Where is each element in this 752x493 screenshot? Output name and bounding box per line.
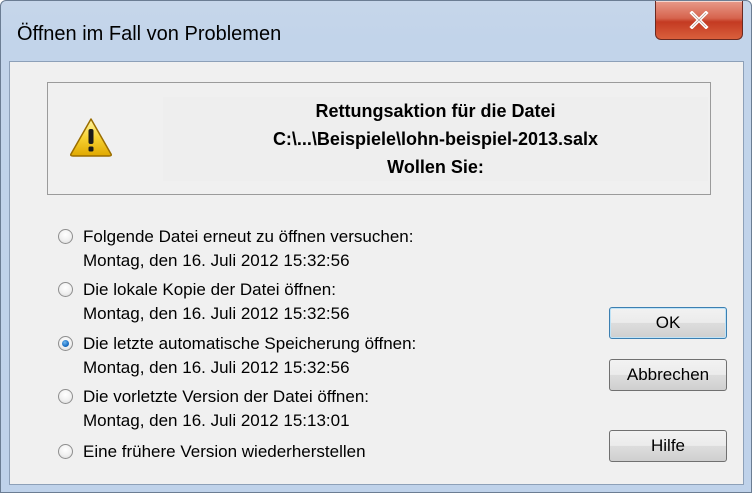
message-box: Rettungsaktion für die Datei C:\...\Beis… bbox=[47, 82, 711, 195]
close-button[interactable] bbox=[655, 1, 743, 40]
option-detail: Montag, den 16. Juli 2012 15:13:01 bbox=[83, 411, 350, 430]
message-line-1: Rettungsaktion für die Datei bbox=[315, 101, 556, 121]
warning-icon bbox=[70, 118, 112, 157]
option-detail: Montag, den 16. Juli 2012 15:32:56 bbox=[83, 304, 350, 323]
message-text: Rettungsaktion für die Datei C:\...\Beis… bbox=[163, 97, 708, 181]
dialog-body: Rettungsaktion für die Datei C:\...\Beis… bbox=[9, 61, 744, 485]
radio-local-copy[interactable] bbox=[58, 282, 73, 297]
option-label: Eine frühere Version wiederherstellen bbox=[83, 442, 366, 461]
option-detail: Montag, den 16. Juli 2012 15:32:56 bbox=[83, 251, 350, 270]
option-label: Folgende Datei erneut zu öffnen versuche… bbox=[83, 227, 414, 246]
radio-last-autosave[interactable] bbox=[58, 336, 73, 351]
option-label: Die letzte automatische Speicherung öffn… bbox=[83, 334, 417, 353]
option-label: Die vorletzte Version der Datei öffnen: bbox=[83, 387, 370, 406]
ok-button[interactable]: OK bbox=[609, 307, 727, 339]
option-label: Die lokale Kopie der Datei öffnen: bbox=[83, 280, 336, 299]
title-bar[interactable]: Öffnen im Fall von Problemen bbox=[1, 1, 751, 61]
option-detail: Montag, den 16. Juli 2012 15:32:56 bbox=[83, 358, 350, 377]
dialog-window: Öffnen im Fall von Problemen Rettungsakt… bbox=[0, 0, 752, 493]
help-button[interactable]: Hilfe bbox=[609, 430, 727, 462]
radio-retry-open[interactable] bbox=[58, 229, 73, 244]
message-line-3: Wollen Sie: bbox=[387, 157, 484, 177]
message-line-2: C:\...\Beispiele\lohn-beispiel-2013.salx bbox=[272, 129, 599, 149]
cancel-button[interactable]: Abbrechen bbox=[609, 359, 727, 391]
radio-restore-earlier[interactable] bbox=[58, 444, 73, 459]
radio-previous-version[interactable] bbox=[58, 389, 73, 404]
window-title: Öffnen im Fall von Problemen bbox=[17, 23, 282, 45]
close-icon bbox=[689, 11, 709, 29]
